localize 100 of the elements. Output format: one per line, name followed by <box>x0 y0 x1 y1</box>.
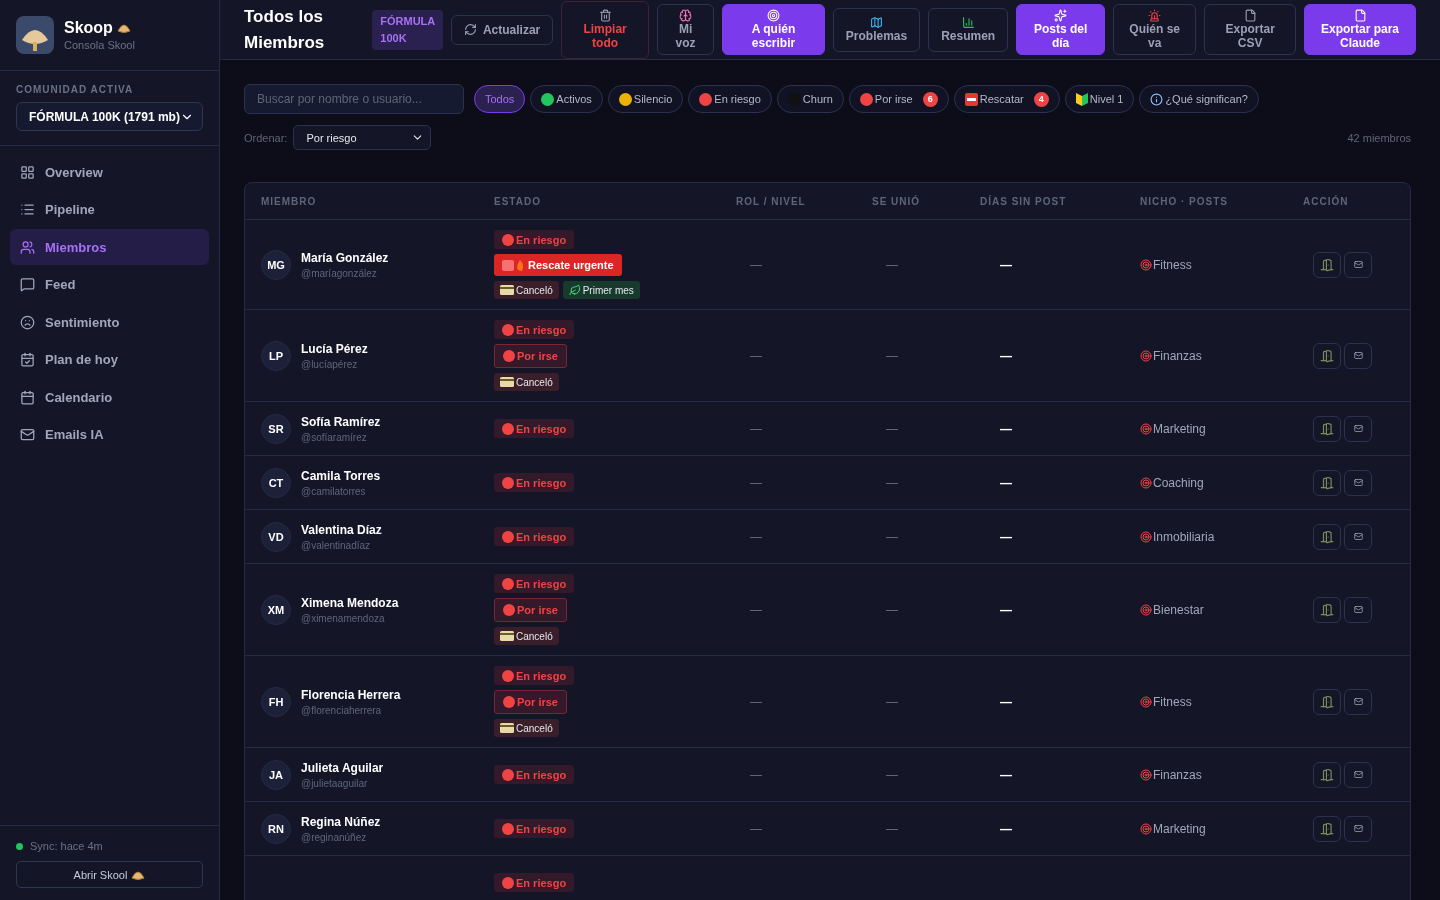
filter-chip[interactable]: En riesgo <box>688 85 772 113</box>
column-header: NICHO · POSTS <box>1140 195 1229 207</box>
column-header: ACCIÓN <box>1303 195 1350 207</box>
email-button[interactable] <box>1344 523 1372 550</box>
door-button[interactable] <box>1313 596 1341 623</box>
target-icon <box>1140 530 1152 543</box>
door-icon <box>1320 348 1334 363</box>
email-button[interactable] <box>1344 761 1372 788</box>
calendar-check-icon <box>20 352 35 367</box>
door-button[interactable] <box>1313 469 1341 496</box>
mail-icon <box>1353 478 1363 487</box>
filter-chip[interactable]: Nivel 1 <box>1064 85 1135 113</box>
nav-item[interactable]: Pipeline <box>10 191 209 228</box>
status-tag: En riesgo <box>494 419 575 438</box>
mail-icon <box>1353 770 1363 779</box>
door-button[interactable] <box>1313 761 1341 788</box>
toolbar-button[interactable]: Exportar CSV <box>1204 4 1296 55</box>
avatar: CT <box>261 467 291 498</box>
toolbar-button[interactable]: Resumen <box>928 7 1009 52</box>
brand-name: Skoop <box>64 19 113 37</box>
target-icon <box>1140 422 1152 435</box>
nav-item[interactable]: Feed <box>10 266 209 303</box>
toolbar-button[interactable]: Mi voz <box>657 4 715 55</box>
status-dot-icon <box>502 422 514 435</box>
door-button[interactable] <box>1313 815 1341 842</box>
siren-icon <box>1148 9 1162 22</box>
filter-chip[interactable]: Silencio <box>607 85 684 113</box>
section-label: COMUNIDAD ACTIVA <box>16 84 135 95</box>
mail-icon <box>1353 605 1363 614</box>
door-icon <box>1320 421 1334 436</box>
email-button[interactable] <box>1344 415 1372 442</box>
table-cell-text: — <box>999 348 1013 363</box>
avatar: VD <box>261 521 291 552</box>
status-dot-icon <box>502 577 514 590</box>
nav-item[interactable]: Miembros <box>10 229 209 265</box>
sort-select[interactable]: Por riesgo <box>293 125 432 150</box>
niche-text: Finanzas <box>1153 767 1202 782</box>
open-skool-button[interactable]: Abrir Skool <box>16 861 203 888</box>
filter-chip[interactable]: ¿Qué significan? <box>1139 85 1259 113</box>
status-tag: En riesgo <box>494 666 575 685</box>
mail-icon <box>1353 824 1363 833</box>
nav-item[interactable]: Sentimiento <box>10 304 209 340</box>
community-select[interactable]: FÓRMULA 100K (1791 mb) <box>16 102 203 131</box>
door-button[interactable] <box>1313 688 1341 715</box>
email-button[interactable] <box>1344 815 1372 842</box>
door-button[interactable] <box>1313 251 1341 278</box>
table-cell-text: — <box>749 348 763 363</box>
toolbar-button[interactable]: Actualizar <box>450 14 554 45</box>
toolbar-button[interactable]: Quién se va <box>1113 4 1197 55</box>
niche-text: Marketing <box>1153 421 1206 436</box>
door-button[interactable] <box>1313 342 1341 369</box>
face-icon <box>20 314 35 330</box>
member-name: Julieta Aguilar <box>301 760 384 775</box>
pastry-icon <box>131 868 146 881</box>
email-button[interactable] <box>1344 596 1372 623</box>
door-button[interactable] <box>1313 523 1341 550</box>
status-dot-icon <box>502 323 514 336</box>
member-handle: @julietaaguilar <box>301 777 369 789</box>
status-tag: En riesgo <box>494 873 575 892</box>
nav-item[interactable]: Plan de hoy <box>10 341 209 378</box>
filter-chip[interactable]: Churn <box>776 85 844 113</box>
filter-chip[interactable]: Activos <box>530 85 603 113</box>
toolbar-button[interactable]: Limpiar todo <box>561 0 649 59</box>
status-tag: En riesgo <box>494 320 575 339</box>
email-button[interactable] <box>1344 688 1372 715</box>
table-cell-text: — <box>749 529 763 544</box>
avatar: RN <box>261 813 291 844</box>
door-icon <box>1320 767 1334 782</box>
filter-chip[interactable]: Por irse 6 <box>848 85 949 113</box>
filter-chip[interactable]: Todos <box>474 85 526 113</box>
member-name: Regina Núñez <box>301 814 381 829</box>
search-field[interactable]: Buscar por nombre o usuario... <box>244 84 464 114</box>
toolbar-button[interactable]: A quién escribir <box>722 4 825 55</box>
status-dot-icon <box>502 233 514 246</box>
toolbar-button[interactable]: Exportar para Claude <box>1304 4 1416 55</box>
chart-icon <box>961 16 975 29</box>
nav-item[interactable]: Calendario <box>10 379 209 415</box>
toolbar-button[interactable]: Posts del día <box>1016 4 1106 55</box>
toolbar-button[interactable]: Problemas <box>832 7 921 52</box>
table-cell-text: — <box>999 694 1013 709</box>
page-title: Todos los Miembros <box>244 5 325 54</box>
chat-icon <box>20 277 35 292</box>
logo-icon <box>16 16 54 54</box>
card-icon <box>500 631 514 641</box>
grid-icon <box>20 164 35 180</box>
nav-item[interactable]: Overview <box>10 154 209 190</box>
info-icon <box>1150 92 1164 106</box>
community-badge: FÓRMULA 100K <box>372 9 443 50</box>
avatar: XM <box>261 594 291 625</box>
nav-item[interactable]: Emails IA <box>10 416 209 453</box>
file-icon <box>1243 9 1257 22</box>
email-button[interactable] <box>1344 251 1372 278</box>
table-cell-text: — <box>749 257 763 272</box>
filter-chip[interactable]: Rescatar 4 <box>953 85 1060 113</box>
member-handle: @ximenamendoza <box>301 612 386 624</box>
door-button[interactable] <box>1313 415 1341 442</box>
sort-label: Ordenar: <box>244 131 288 144</box>
email-button[interactable] <box>1344 469 1372 496</box>
target-icon <box>1140 258 1152 271</box>
email-button[interactable] <box>1344 342 1372 369</box>
